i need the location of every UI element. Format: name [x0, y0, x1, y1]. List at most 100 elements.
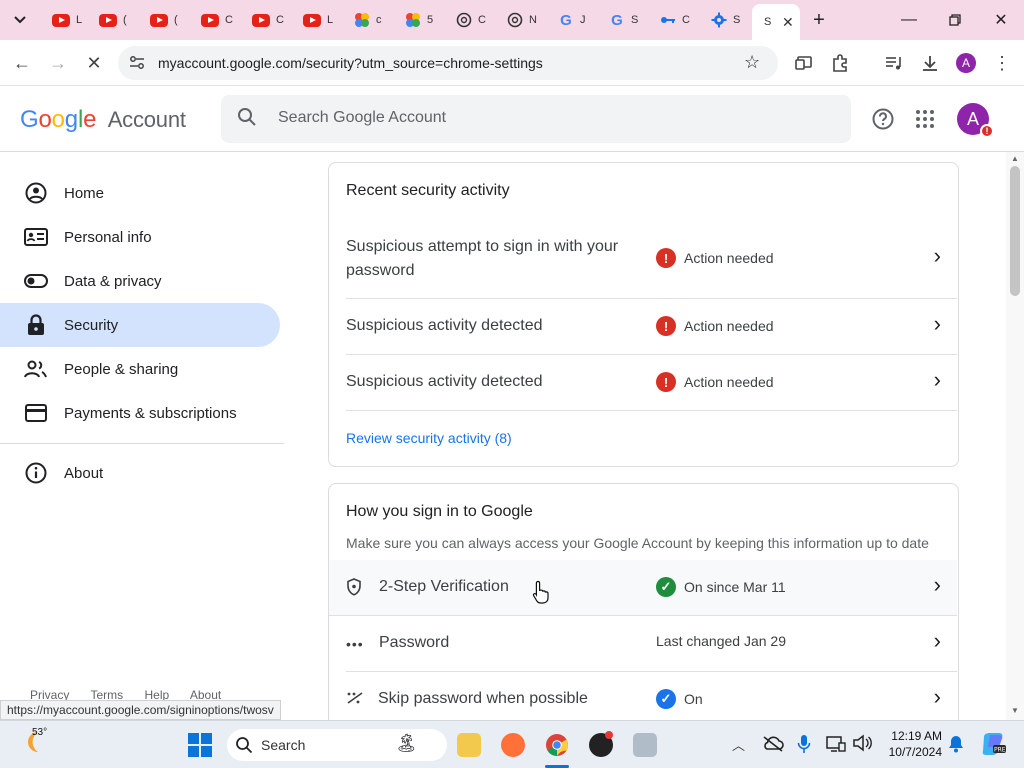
browser-tab[interactable]: C — [240, 6, 286, 34]
onedrive-offline-icon[interactable] — [762, 735, 784, 758]
sidebar-item-payments[interactable]: Payments & subscriptions — [0, 391, 280, 435]
two-step-verification-row[interactable]: 2-Step Verification ✓ On since Mar 11 › — [329, 560, 957, 616]
browser-tab[interactable]: N — [495, 6, 541, 34]
sidebar-item-personal-info[interactable]: Personal info — [0, 215, 280, 259]
volume-icon[interactable] — [852, 734, 872, 757]
browser-tab[interactable]: GJ — [546, 6, 592, 34]
system-clock[interactable]: 12:19 AM 10/7/2024 — [878, 728, 942, 760]
minimize-icon[interactable]: — — [895, 8, 923, 32]
microphone-icon[interactable] — [797, 734, 811, 759]
search-icon — [235, 736, 253, 759]
account-search-box[interactable]: Search Google Account — [221, 95, 851, 143]
sidebar-item-security[interactable]: Security — [0, 303, 280, 347]
google-wordmark: Google — [20, 106, 97, 133]
taskbar-search[interactable]: Search 🏝 — [227, 729, 447, 761]
chevron-right-icon: › — [933, 243, 941, 268]
scrollbar-thumb[interactable] — [1010, 166, 1020, 296]
settings-gear-icon — [711, 12, 727, 28]
back-arrow-icon[interactable]: ← — [10, 51, 34, 75]
bookmark-star-icon[interactable]: ☆ — [744, 52, 760, 73]
youtube-icon — [303, 13, 321, 27]
network-icon[interactable] — [826, 735, 846, 758]
activity-row[interactable]: Suspicious attempt to sign in with your … — [346, 223, 957, 299]
new-tab-button[interactable]: + — [805, 8, 833, 32]
apps-grid-icon[interactable] — [915, 109, 935, 134]
browser-tab[interactable]: 5 — [393, 6, 439, 34]
people-icon — [24, 357, 48, 381]
show-hidden-icons-chevron-icon[interactable]: ︿ — [732, 735, 745, 754]
chrome-icon[interactable] — [545, 733, 569, 757]
password-row[interactable]: ••• Password Last changed Jan 29 › — [346, 616, 957, 672]
site-info-icon[interactable] — [128, 54, 146, 77]
account-avatar[interactable]: A ! — [957, 103, 994, 138]
browser-tab[interactable]: ( — [138, 6, 184, 34]
alert-badge-icon: ! — [980, 124, 994, 138]
youtube-icon — [150, 13, 168, 27]
sidebar-item-about[interactable]: About — [0, 451, 280, 495]
close-tab-icon[interactable]: ✕ — [782, 14, 794, 31]
media-controls-icon[interactable] — [882, 51, 906, 75]
tab-search-chevron-icon[interactable] — [6, 8, 34, 32]
check-circle-icon: ✓ — [656, 689, 676, 709]
browser-tab[interactable]: C — [189, 6, 235, 34]
browser-tab[interactable]: L — [40, 6, 86, 34]
page-header: Google Account Search Google Account A ! — [0, 86, 1024, 152]
browser-tab[interactable]: ( — [87, 6, 133, 34]
browser-menu-icon[interactable]: ⋮ — [990, 51, 1014, 75]
page-scrollbar[interactable]: ▲ ▼ — [1006, 152, 1024, 720]
weather-widget[interactable]: 53° — [20, 727, 47, 760]
activity-row[interactable]: Suspicious activity detected ! Action ne… — [346, 299, 957, 355]
restore-icon[interactable] — [941, 8, 969, 32]
browser-tab[interactable]: c — [342, 6, 388, 34]
skip-password-row[interactable]: Skip password when possible ✓ On › — [346, 672, 957, 720]
browser-tab[interactable]: GS — [597, 6, 643, 34]
chatgpt-icon — [507, 12, 523, 28]
sidebar-item-data-privacy[interactable]: Data & privacy — [0, 259, 280, 303]
browser-tab[interactable]: C — [444, 6, 490, 34]
windows-start-icon[interactable] — [188, 733, 212, 762]
scroll-up-icon[interactable]: ▲ — [1011, 154, 1019, 163]
review-security-activity-link[interactable]: Review security activity (8) — [346, 430, 512, 446]
scroll-down-icon[interactable]: ▼ — [1011, 706, 1019, 715]
check-circle-icon: ✓ — [656, 577, 676, 597]
alert-icon: ! — [656, 248, 676, 268]
close-window-icon[interactable]: ✕ — [987, 8, 1015, 32]
stop-loading-icon[interactable]: ✕ — [82, 51, 106, 75]
how-you-sign-in-card: How you sign in to Google Make sure you … — [328, 483, 959, 720]
firefox-icon[interactable] — [501, 733, 525, 757]
app-icon[interactable] — [633, 733, 657, 757]
help-icon[interactable] — [871, 107, 895, 136]
shield-icon — [346, 578, 362, 601]
browser-tab-active[interactable]: S ✕ — [752, 4, 800, 40]
copilot-icon[interactable]: PRE — [980, 731, 1006, 762]
cast-icon[interactable] — [792, 51, 816, 75]
browser-tab[interactable]: L — [291, 6, 337, 34]
notification-bell-icon[interactable] — [948, 735, 964, 758]
info-icon — [24, 461, 48, 485]
sidebar-item-people-sharing[interactable]: People & sharing — [0, 347, 280, 391]
chevron-right-icon: › — [933, 572, 941, 597]
card-title: Recent security activity — [346, 182, 510, 199]
search-placeholder: Search Google Account — [278, 109, 447, 126]
activity-row[interactable]: Suspicious activity detected ! Action ne… — [346, 355, 957, 411]
passkey-icon — [346, 690, 364, 711]
youtube-icon — [201, 13, 219, 27]
lock-icon — [24, 313, 48, 337]
forward-arrow-icon[interactable]: → — [46, 51, 70, 75]
address-bar[interactable]: myaccount.google.com/security?utm_source… — [118, 46, 778, 80]
profile-avatar[interactable]: A — [954, 51, 978, 75]
password-dots-icon: ••• — [346, 636, 364, 652]
download-icon[interactable] — [918, 51, 942, 75]
browser-toolbar: ← → ✕ myaccount.google.com/security?utm_… — [0, 40, 1024, 86]
extensions-puzzle-icon[interactable] — [828, 51, 852, 75]
home-person-icon — [24, 181, 48, 205]
sidebar-item-home[interactable]: Home — [0, 171, 280, 215]
browser-tab[interactable]: C — [648, 6, 694, 34]
hand-cursor-icon — [532, 580, 550, 609]
chevron-right-icon: › — [933, 311, 941, 336]
google-photos-icon — [354, 12, 370, 28]
file-explorer-icon[interactable] — [457, 733, 481, 757]
google-account-logo[interactable]: Google Account — [20, 106, 186, 134]
password-key-icon — [660, 12, 676, 28]
browser-tab[interactable]: S — [699, 6, 745, 34]
